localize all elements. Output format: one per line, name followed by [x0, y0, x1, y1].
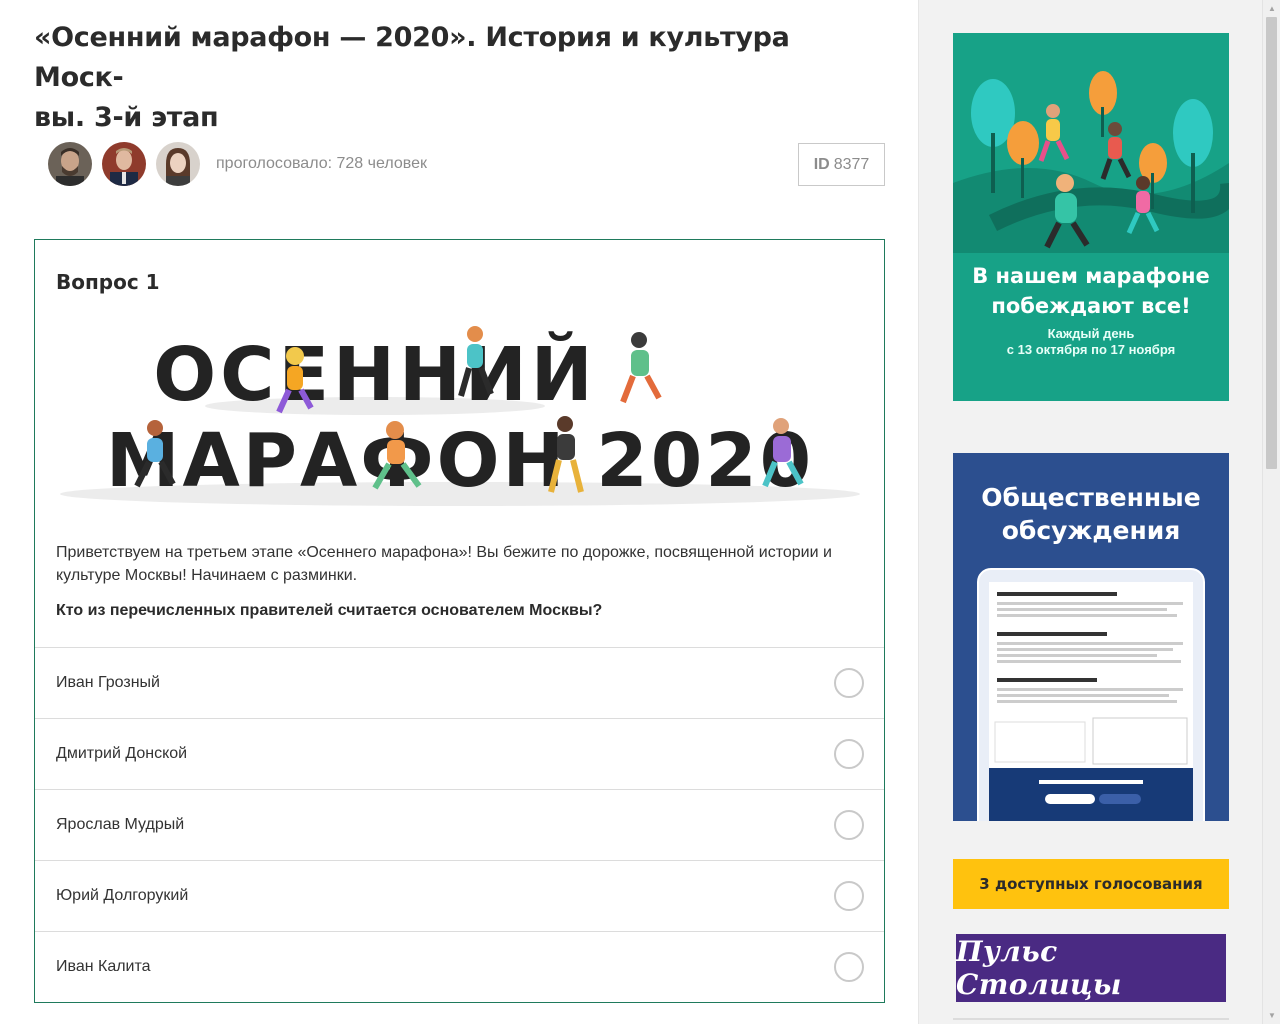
radio-icon[interactable] [834, 881, 864, 911]
page-title: «Осенний марафон — 2020». История и куль… [34, 18, 884, 138]
banner-word2: МАРАФОН 2020 [106, 418, 814, 504]
main-content: «Осенний марафон — 2020». История и куль… [0, 0, 918, 1024]
id-badge: ID 8377 [798, 143, 885, 186]
question-prompt: Кто из перечисленных правителей считаетс… [56, 602, 603, 619]
public-discussions-ad-banner[interactable]: Общественные обсуждения [953, 453, 1229, 821]
marathon-banner-image: ОСЕННИЙ МАРАФОН 2020 [60, 326, 860, 506]
answer-option-label: Дмитрий Донской [56, 745, 188, 762]
scroll-up-icon[interactable]: ▲ [1263, 0, 1280, 17]
question-intro: Приветствуем на третьем этапе «Осеннего … [56, 544, 832, 584]
ad2-headline-line1: Общественные [981, 483, 1201, 512]
answer-option-label: Ярослав Мудрый [56, 816, 185, 833]
id-label: ID [813, 155, 830, 173]
ad-headline-line1: В нашем марафоне [972, 264, 1210, 288]
question-label: Вопрос 1 [56, 270, 160, 294]
answer-option-label: Иван Калита [56, 958, 151, 975]
pulse-stolitsy-logo[interactable]: Пульс Столицы [956, 934, 1226, 1002]
banner-word1: ОСЕННИЙ [153, 330, 597, 418]
ad-subtitle-line2: с 13 октября по 17 ноября [1006, 342, 1176, 357]
page-title-line2: вы. 3-й этап [34, 102, 219, 133]
answer-options: Иван Грозный Дмитрий Донской Ярослав Муд… [35, 647, 884, 1002]
ad2-headline: Общественные обсуждения [953, 481, 1229, 547]
answer-option[interactable]: Иван Калита [35, 931, 884, 1002]
answer-option-label: Иван Грозный [56, 674, 160, 691]
id-value: 8377 [833, 155, 870, 173]
voted-count: проголосовало: 728 человек [216, 155, 427, 172]
avatar[interactable] [102, 142, 146, 186]
tablet-illustration [977, 568, 1205, 821]
answer-option[interactable]: Иван Грозный [35, 647, 884, 718]
answer-option[interactable]: Дмитрий Донской [35, 718, 884, 789]
ad2-headline-line2: обсуждения [1001, 516, 1181, 545]
sidebar-divider [953, 1018, 1229, 1020]
ad-headline-line2: побеждают все! [991, 294, 1191, 318]
voter-avatars [48, 142, 200, 186]
marathon-ad-banner[interactable]: В нашем марафоне побеждают все! Каждый д… [953, 33, 1229, 401]
ad-subtitle-line1: Каждый день [1047, 326, 1135, 341]
available-votes-button[interactable]: 3 доступных голосования [953, 859, 1229, 909]
radio-icon[interactable] [834, 739, 864, 769]
radio-icon[interactable] [834, 952, 864, 982]
tablet-footer-band [989, 768, 1193, 821]
avatar[interactable] [48, 142, 92, 186]
scrollbar[interactable]: ▲ ▼ [1262, 0, 1280, 1024]
answer-option-label: Юрий Долгорукий [56, 887, 189, 904]
avatar[interactable] [156, 142, 200, 186]
runners-park-illustration [953, 71, 1229, 253]
answer-option[interactable]: Ярослав Мудрый [35, 789, 884, 860]
page-title-line1: «Осенний марафон — 2020». История и куль… [34, 22, 790, 93]
scroll-down-icon[interactable]: ▼ [1263, 1007, 1280, 1024]
question-card: Вопрос 1 ОСЕННИЙ МАРАФОН 2020 Приветству… [34, 239, 885, 1003]
ad-subtitle: Каждый день с 13 октября по 17 ноября [953, 326, 1229, 358]
answer-option[interactable]: Юрий Долгорукий [35, 860, 884, 931]
radio-icon[interactable] [834, 810, 864, 840]
radio-icon[interactable] [834, 668, 864, 698]
scrollbar-thumb[interactable] [1266, 17, 1277, 469]
ad-headline: В нашем марафоне побеждают все! [953, 261, 1229, 321]
